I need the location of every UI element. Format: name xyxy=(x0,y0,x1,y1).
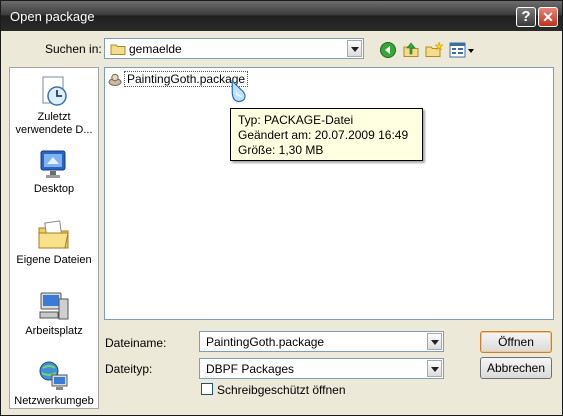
my-documents-icon xyxy=(38,220,69,249)
network-places-icon xyxy=(39,361,68,390)
lookin-label: Suchen in: xyxy=(45,42,102,56)
tooltip-type: Typ: PACKAGE-Datei xyxy=(238,113,354,127)
cancel-button[interactable]: Abbrechen xyxy=(480,357,552,379)
tooltip-size: Größe: 1,30 MB xyxy=(238,143,324,157)
close-button[interactable]: ✕ xyxy=(538,7,558,27)
tooltip-modified: Geändert am: 20.07.2009 16:49 xyxy=(238,128,409,142)
dialog-title: Open package xyxy=(10,9,95,24)
title-bar[interactable]: Open package ? ✕ xyxy=(1,1,562,31)
place-desktop-label: Desktop xyxy=(33,183,75,195)
new-folder-icon[interactable] xyxy=(425,41,443,59)
filetype-dropdown-button[interactable] xyxy=(427,360,442,377)
place-my-documents[interactable]: Eigene Dateien xyxy=(10,218,98,267)
open-button[interactable]: Öffnen xyxy=(480,331,552,353)
view-menu-icon[interactable] xyxy=(449,41,475,59)
my-computer-icon xyxy=(39,292,69,320)
back-icon[interactable] xyxy=(379,41,397,59)
place-recent-label: Zuletzt verwendete D... xyxy=(15,111,93,136)
package-file-icon xyxy=(108,73,122,86)
place-network-label: Netzwerkumgeb xyxy=(14,395,94,407)
filetype-combo[interactable]: DBPF Packages xyxy=(199,358,444,379)
place-my-documents-label: Eigene Dateien xyxy=(16,254,92,266)
folder-icon xyxy=(110,44,126,55)
place-my-computer-label: Arbeitsplatz xyxy=(25,325,83,337)
desktop-icon xyxy=(40,150,66,178)
lookin-value: gemaelde xyxy=(129,42,182,56)
file-info-tooltip: Typ: PACKAGE-Datei Geändert am: 20.07.20… xyxy=(230,108,423,161)
filetype-label: Dateityp: xyxy=(105,362,153,376)
file-list[interactable]: PaintingGoth.package xyxy=(104,67,554,320)
filetype-value: DBPF Packages xyxy=(206,362,295,376)
open-package-dialog: Open package ? ✕ Suchen in: gemaelde Zul… xyxy=(0,0,563,416)
place-desktop[interactable]: Desktop xyxy=(10,147,98,196)
filename-label: Dateiname: xyxy=(105,336,167,350)
filename-value[interactable]: PaintingGoth.package xyxy=(206,335,324,349)
place-my-computer[interactable]: Arbeitsplatz xyxy=(10,289,98,338)
mouse-cursor-icon xyxy=(231,79,246,103)
help-button[interactable]: ? xyxy=(516,7,536,27)
places-bar: Zuletzt verwendete D... Desktop Eigene D… xyxy=(9,67,99,409)
filename-dropdown-button[interactable] xyxy=(427,333,442,350)
recent-documents-icon xyxy=(42,76,67,106)
up-folder-icon[interactable] xyxy=(402,41,420,59)
lookin-combo[interactable]: gemaelde xyxy=(104,38,364,59)
filename-combo[interactable]: PaintingGoth.package xyxy=(199,331,444,352)
place-recent[interactable]: Zuletzt verwendete D... xyxy=(10,75,98,137)
lookin-dropdown-button[interactable] xyxy=(347,40,362,57)
place-network[interactable]: Netzwerkumgeb xyxy=(10,359,98,408)
readonly-checkbox[interactable] xyxy=(201,383,213,395)
readonly-label[interactable]: Schreibgeschützt öffnen xyxy=(217,383,346,397)
